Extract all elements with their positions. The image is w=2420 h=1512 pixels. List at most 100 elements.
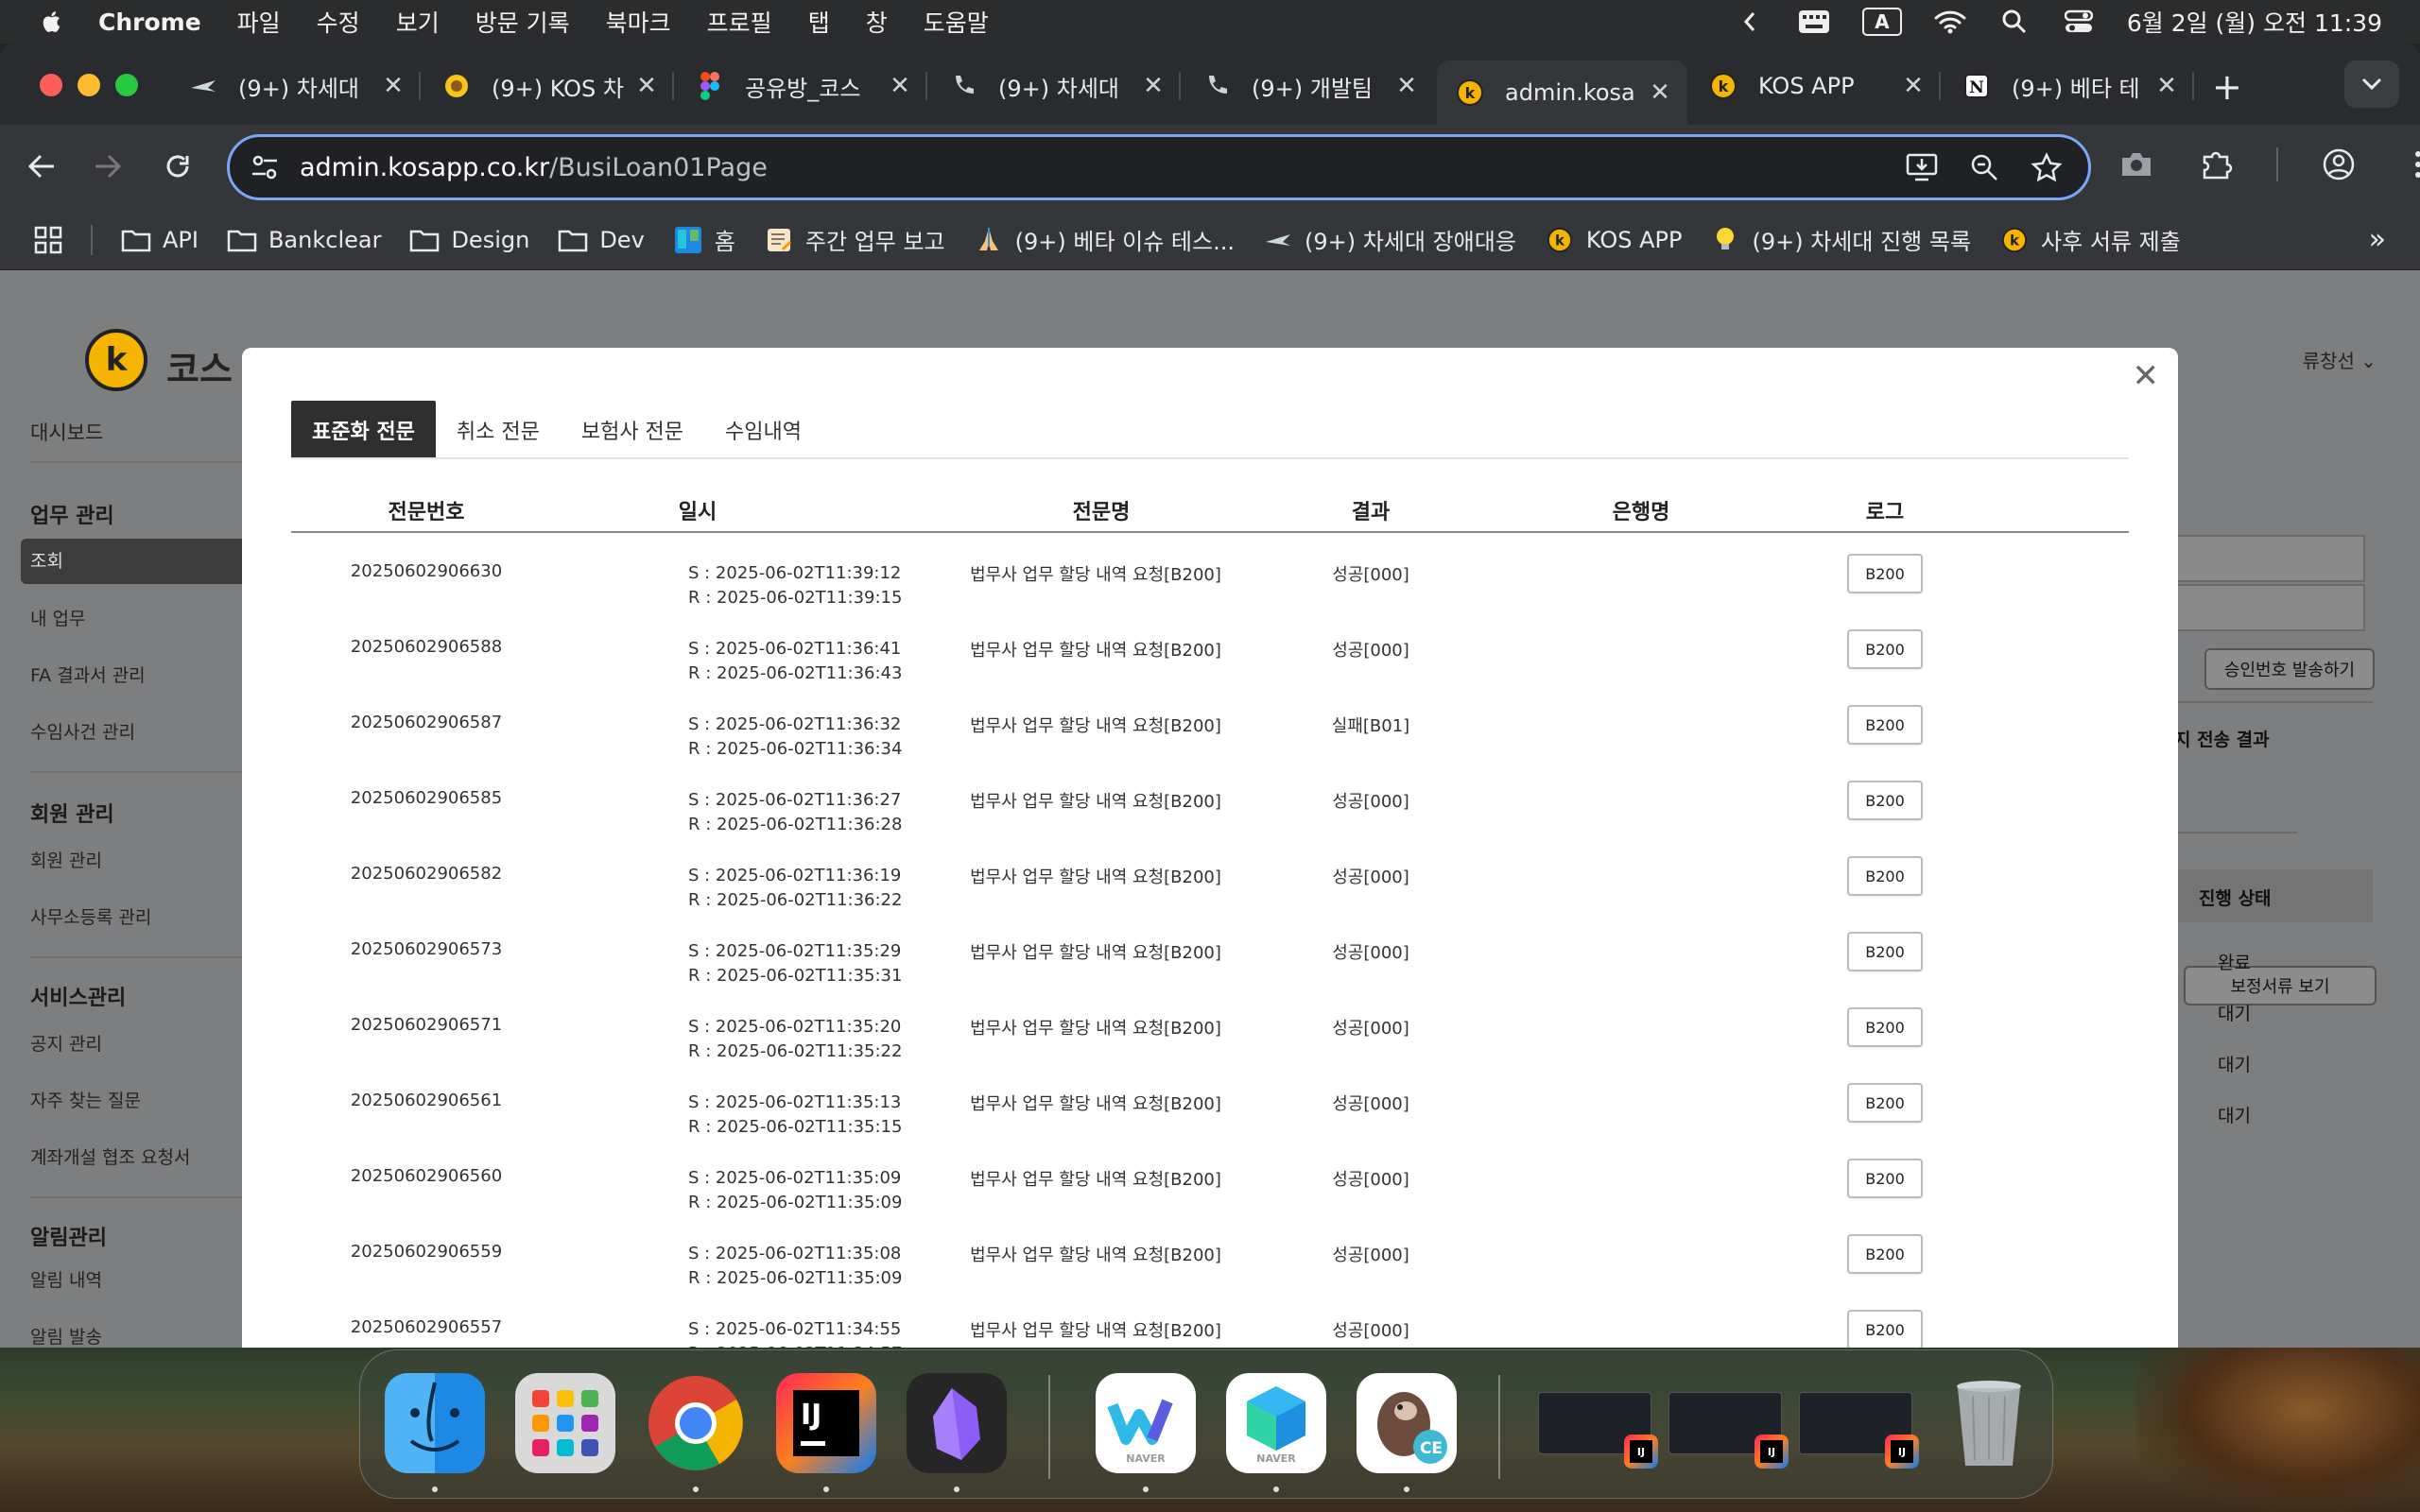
close-icon[interactable]: ✕	[1139, 72, 1167, 100]
browser-tab[interactable]: (9+) 개발팀 ✕	[1184, 60, 1434, 112]
intellij-idea-icon[interactable]: IJ	[776, 1373, 876, 1473]
menu-help[interactable]: 도움말	[924, 5, 989, 39]
sidebar-item-my-work[interactable]: 내 업무	[30, 605, 85, 630]
site-info-icon[interactable]	[249, 151, 281, 183]
menu-history[interactable]: 방문 기록	[475, 5, 570, 39]
minimized-window[interactable]: IJ	[1538, 1392, 1658, 1469]
zoom-icon[interactable]	[1967, 150, 2001, 184]
naver-whale-icon[interactable]: NAVER	[1096, 1373, 1196, 1473]
apps-grid-icon[interactable]	[34, 226, 62, 254]
window-zoom-button[interactable]	[115, 74, 138, 96]
naver-box-icon[interactable]: NAVER	[1226, 1373, 1326, 1473]
install-app-icon[interactable]	[1905, 150, 1939, 184]
back-button[interactable]	[21, 146, 62, 187]
menu-profile[interactable]: 프로필	[707, 5, 772, 39]
bookmark-star-icon[interactable]	[2030, 150, 2064, 184]
bookmark-home[interactable]: 홈	[673, 223, 735, 256]
browser-tab[interactable]: k KOS APP ✕	[1690, 60, 1941, 112]
browser-tab[interactable]: (9+) 차세대 ✕	[170, 60, 421, 112]
log-button[interactable]: B200	[1847, 1159, 1923, 1198]
close-icon[interactable]: ✕	[632, 72, 661, 100]
close-icon[interactable]: ✕	[1646, 78, 1674, 107]
browser-tab[interactable]: 공유방_코스 ✕	[677, 60, 927, 112]
chevron-left-icon[interactable]	[1734, 9, 1766, 35]
window-close-button[interactable]	[40, 74, 62, 96]
minimized-window[interactable]: IJ	[1799, 1392, 1919, 1469]
modal-close-icon[interactable]: ✕	[2133, 357, 2160, 395]
reload-button[interactable]	[157, 146, 199, 187]
browser-tab[interactable]: (9+) 차세대 ✕	[930, 60, 1181, 112]
issue-approval-button[interactable]: 승인번호 발송하기	[2204, 648, 2375, 690]
tab-case-history[interactable]: 수임내역	[704, 401, 822, 459]
menu-window[interactable]: 창	[866, 5, 888, 39]
wifi-icon[interactable]	[1934, 9, 1966, 35]
menu-app-name[interactable]: Chrome	[98, 9, 201, 36]
sidebar-item-cases[interactable]: 수임사건 관리	[30, 718, 135, 744]
chrome-icon[interactable]	[646, 1373, 746, 1473]
browser-tab-active[interactable]: k admin.kosa ✕	[1437, 60, 1687, 125]
finder-icon[interactable]	[385, 1373, 485, 1473]
log-button[interactable]: B200	[1847, 1234, 1923, 1274]
log-button[interactable]: B200	[1847, 856, 1923, 896]
screenshot-camera-icon[interactable]	[2118, 146, 2155, 183]
tab-standard-message[interactable]: 표준화 전문	[291, 401, 436, 459]
input-source-indicator[interactable]: A	[1861, 8, 1902, 36]
view-docs-button[interactable]: 보정서류 보기	[2184, 966, 2377, 1005]
menu-view[interactable]: 보기	[396, 5, 440, 39]
log-button[interactable]: B200	[1847, 1007, 1923, 1047]
bookmark-weekly-report[interactable]: 주간 업무 보고	[764, 223, 945, 256]
bookmark-folder-design[interactable]: Design	[409, 227, 529, 253]
bookmark-folder-bankclear[interactable]: Bankclear	[227, 227, 381, 253]
sidebar-item-dashboard[interactable]: 대시보드	[30, 418, 103, 446]
trash-icon[interactable]	[1939, 1373, 2039, 1473]
sidebar-item-search[interactable]: 조회	[21, 539, 248, 584]
sidebar-item-members[interactable]: 회원 관리	[30, 847, 102, 872]
close-icon[interactable]: ✕	[2152, 72, 2181, 100]
sidebar-item-account-request[interactable]: 계좌개설 협조 요청서	[30, 1143, 190, 1169]
close-icon[interactable]: ✕	[1899, 72, 1927, 100]
control-center-icon[interactable]	[2063, 9, 2095, 35]
log-button[interactable]: B200	[1847, 554, 1923, 593]
menu-bookmarks[interactable]: 북마크	[606, 5, 671, 39]
address-bar[interactable]: admin.kosapp.co.kr/BusiLoan01Page	[227, 134, 2091, 200]
bookmark-incident[interactable]: (9+) 차세대 장애대응	[1263, 223, 1516, 256]
bookmark-folder-api[interactable]: API	[121, 227, 199, 253]
log-button[interactable]: B200	[1847, 781, 1923, 820]
bookmark-folder-dev[interactable]: Dev	[558, 227, 645, 253]
bookmark-kos-app[interactable]: k KOS APP	[1545, 227, 1682, 253]
log-button[interactable]: B200	[1847, 705, 1923, 745]
close-icon[interactable]: ✕	[379, 72, 407, 100]
profile-avatar-icon[interactable]	[2320, 146, 2358, 183]
log-button[interactable]: B200	[1847, 629, 1923, 669]
close-icon[interactable]: ✕	[886, 72, 914, 100]
browser-tab[interactable]: (9+) KOS 차 ✕	[424, 60, 674, 112]
tab-insurer-message[interactable]: 보험사 전문	[561, 401, 704, 459]
dbeaver-icon[interactable]: CE	[1357, 1373, 1457, 1473]
sidebar-item-faq[interactable]: 자주 찾는 질문	[30, 1087, 141, 1112]
log-button[interactable]: B200	[1847, 1083, 1923, 1123]
window-minimize-button[interactable]	[78, 74, 100, 96]
obsidian-icon[interactable]	[907, 1373, 1007, 1473]
tab-search-button[interactable]	[2344, 60, 2399, 108]
kebab-menu-icon[interactable]	[2399, 146, 2420, 183]
sidebar-item-alert-history[interactable]: 알림 내역	[30, 1266, 102, 1292]
apple-icon[interactable]	[38, 8, 66, 36]
browser-tab[interactable]: N (9+) 베타 테 ✕	[1944, 60, 2194, 112]
forward-button[interactable]	[87, 146, 129, 187]
sidebar-item-fa-report[interactable]: FA 결과서 관리	[30, 662, 146, 687]
menu-tab[interactable]: 탭	[808, 5, 830, 39]
bookmark-progress-list[interactable]: (9+) 차세대 진행 목록	[1710, 223, 1971, 256]
extensions-puzzle-icon[interactable]	[2197, 146, 2235, 183]
close-icon[interactable]: ✕	[1392, 72, 1421, 100]
tab-cancel-message[interactable]: 취소 전문	[436, 401, 561, 459]
log-button[interactable]: B200	[1847, 1310, 1923, 1348]
sidebar-item-alert-send[interactable]: 알림 발송	[30, 1323, 102, 1348]
new-tab-button[interactable]: +	[2212, 66, 2242, 108]
log-button[interactable]: B200	[1847, 932, 1923, 971]
keyboard-icon[interactable]	[1798, 9, 1830, 35]
bookmark-beta-issue[interactable]: (9+) 베타 이슈 테스...	[974, 223, 1235, 256]
menubar-clock[interactable]: 6월 2일 (월) 오전 11:39	[2127, 5, 2382, 39]
launchpad-icon[interactable]	[515, 1373, 615, 1473]
bookmarks-overflow-icon[interactable]: »	[2369, 223, 2386, 256]
minimized-window[interactable]: IJ	[1668, 1392, 1789, 1469]
